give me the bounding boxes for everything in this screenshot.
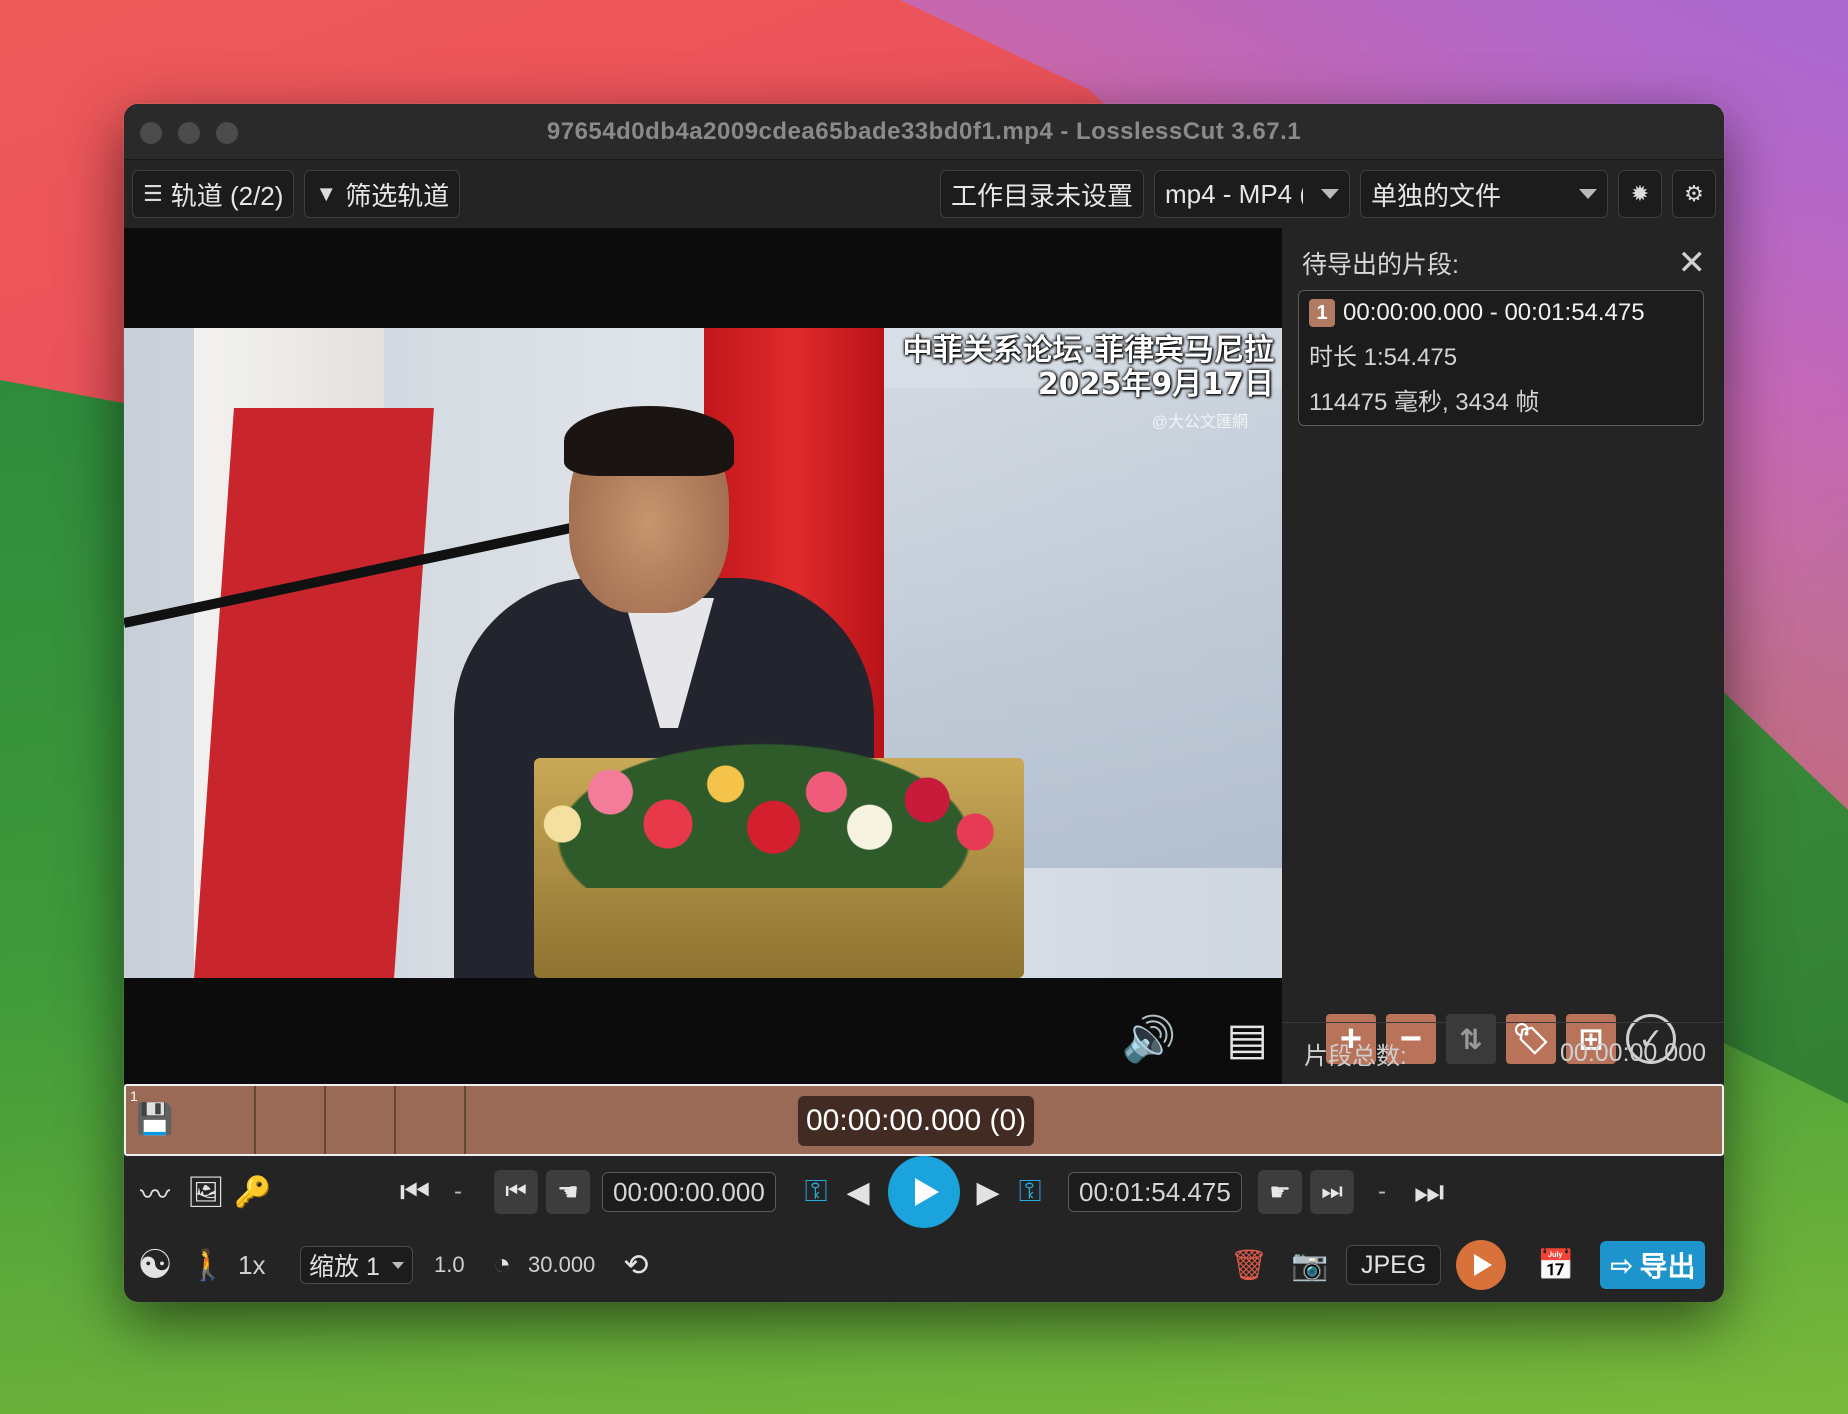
filter-icon: ▼: [315, 181, 338, 206]
zoom-factor: 1.0: [434, 1252, 465, 1277]
zoom-value: 缩放 1: [309, 1253, 380, 1281]
video-frame: 中菲关系论坛·菲律宾马尼拉 2025年9月17日 @大公文匯網: [124, 328, 1282, 978]
export-icon: ⇨: [1610, 1249, 1634, 1281]
thumbnails-icon[interactable]: 🖼: [186, 1175, 226, 1210]
export-label: 导出: [1639, 1251, 1696, 1282]
set-cut-end-button[interactable]: ☛: [1258, 1170, 1302, 1214]
app-window: 97654d0db4a2009cdea65bade33bd0f1.mp4 - L…: [124, 104, 1724, 1302]
bottom-bar: ☯ 🚶 1x 缩放 1 1.0 ◔ 30.000 ⟲ 🗑 📷 JPEG 📅 ⇨ …: [124, 1228, 1724, 1302]
zoom-window-button[interactable]: [216, 122, 238, 144]
key-right-icon[interactable]: ⚿: [1008, 1175, 1052, 1209]
segments-total: 片段总数: 00:00:00.000: [1282, 1022, 1724, 1084]
capture-format-select[interactable]: JPEG: [1346, 1245, 1442, 1285]
segment-details: 114475 毫秒, 3434 帧: [1309, 389, 1540, 416]
set-cut-start-button[interactable]: ☚: [546, 1170, 590, 1214]
play-button[interactable]: [888, 1156, 960, 1228]
window-controls: [140, 122, 238, 144]
playback-speed[interactable]: 1x: [238, 1250, 265, 1281]
speedometer-icon[interactable]: ◔: [484, 1248, 520, 1282]
segment-index-badge: 1: [1309, 299, 1335, 327]
waveform-icon[interactable]: 〰: [132, 1170, 178, 1214]
settings-button[interactable]: ⚙: [1672, 170, 1716, 218]
working-directory-label: 工作目录未设置: [950, 180, 1133, 211]
tracks-button[interactable]: ☰ 轨道 (2/2): [132, 170, 295, 218]
format-select[interactable]: mp4 - MP4 (M: [1154, 170, 1350, 218]
trash-icon[interactable]: 🗑: [1230, 1248, 1268, 1283]
theme-toggle-button[interactable]: ✹: [1618, 170, 1662, 218]
video-caption-line2: 2025年9月17日: [1037, 367, 1274, 402]
keyframes-icon[interactable]: 🔑: [234, 1175, 271, 1210]
chevron-down-icon: [391, 1261, 404, 1269]
next-frame-icon[interactable]: ▶: [976, 1175, 1000, 1210]
chevron-down-icon: [1321, 189, 1339, 199]
segment-range: 00:00:00.000 - 00:01:54.475: [1343, 299, 1645, 326]
segments-panel-title: 待导出的片段:: [1302, 251, 1459, 279]
timeline-ticks: [186, 1086, 486, 1154]
output-mode-value: 单独的文件: [1371, 180, 1502, 211]
tracks-label: 轨道 (2/2): [170, 180, 284, 211]
hand-icon: ☚: [557, 1178, 579, 1206]
video-caption-line1: 中菲关系论坛·菲律宾马尼拉: [902, 333, 1274, 368]
jump-to-start-icon[interactable]: ⏮: [400, 1173, 431, 1212]
zoom-select[interactable]: 缩放 1: [300, 1246, 413, 1284]
key-left-icon[interactable]: ⚿: [794, 1175, 838, 1209]
current-time-display: 00:00:00.000 (0): [798, 1096, 1035, 1146]
segments-total-value: 00:00:00.000: [1560, 1039, 1706, 1067]
dash-separator: -: [1378, 1178, 1386, 1205]
play-icon: [915, 1178, 939, 1206]
volume-icon[interactable]: 🔊: [1122, 1018, 1177, 1062]
window-title: 97654d0db4a2009cdea65bade33bd0f1.mp4 - L…: [546, 117, 1302, 145]
yin-yang-icon[interactable]: ☯: [132, 1242, 178, 1288]
gear-icon: ⚙: [1684, 181, 1704, 206]
segments-panel: 待导出的片段: ✕ 1 00:00:00.000 - 00:01:54.475 …: [1282, 228, 1724, 1084]
sun-icon: ✹: [1630, 181, 1650, 206]
segments-total-label: 片段总数:: [1304, 1043, 1407, 1070]
working-directory-button[interactable]: 工作目录未设置: [939, 170, 1144, 218]
step-forward-icon: ⏭: [1321, 1178, 1343, 1205]
play-icon: [1474, 1254, 1492, 1276]
video-player[interactable]: 中菲关系论坛·菲律宾马尼拉 2025年9月17日 @大公文匯網 🔊 ▤: [124, 228, 1282, 1084]
chevron-down-icon: [1579, 189, 1597, 199]
preview-button[interactable]: [1456, 1240, 1506, 1290]
step-back-icon: ⏮: [505, 1178, 527, 1205]
jump-to-cut-start-button[interactable]: ⏮: [494, 1170, 538, 1214]
subtitles-icon[interactable]: ▤: [1226, 1018, 1268, 1062]
fps-value: 30.000: [528, 1252, 596, 1277]
video-watermark: @大公文匯網: [1151, 414, 1248, 431]
export-button[interactable]: ⇨ 导出: [1600, 1241, 1706, 1289]
rotate-icon[interactable]: ⟲: [618, 1248, 654, 1283]
jump-to-cut-end-button[interactable]: ⏭: [1310, 1170, 1354, 1214]
transport-bar: 〰 🖼 🔑 ⏮ - ⏮ ☚ 00:00:00.000 ⚿ ◀ ▶ ⚿ 00:01…: [124, 1156, 1724, 1228]
dash-separator: -: [454, 1178, 462, 1205]
video-controls: 🔊 ▤: [1122, 1018, 1268, 1062]
close-icon[interactable]: ✕: [1678, 246, 1707, 280]
close-window-button[interactable]: [140, 122, 162, 144]
cut-start-time-input[interactable]: 00:00:00.000: [602, 1172, 776, 1212]
camera-icon[interactable]: 📷: [1288, 1248, 1332, 1283]
segment-duration: 时长 1:54.475: [1309, 344, 1458, 371]
segments-panel-header: 待导出的片段: ✕: [1282, 228, 1724, 284]
top-toolbar: ☰ 轨道 (2/2) ▼ 筛选轨道 工作目录未设置 mp4 - MP4 (M 单…: [124, 160, 1724, 228]
filter-tracks-button[interactable]: ▼ 筛选轨道: [304, 170, 461, 218]
calendar-icon[interactable]: 📅: [1536, 1248, 1576, 1283]
minimize-window-button[interactable]: [178, 122, 200, 144]
list-icon: ☰: [143, 181, 163, 206]
title-bar: 97654d0db4a2009cdea65bade33bd0f1.mp4 - L…: [124, 104, 1724, 160]
output-mode-select[interactable]: 单独的文件: [1360, 170, 1608, 218]
main-area: 中菲关系论坛·菲律宾马尼拉 2025年9月17日 @大公文匯網 🔊 ▤ 待导出的…: [124, 228, 1724, 1084]
timeline[interactable]: 1 💾 00:00:00.000 (0): [124, 1084, 1724, 1156]
save-icon[interactable]: 💾: [136, 1102, 173, 1137]
video-caption: 中菲关系论坛·菲律宾马尼拉 2025年9月17日: [903, 334, 1274, 402]
prev-frame-icon[interactable]: ◀: [846, 1175, 870, 1210]
segment-item[interactable]: 1 00:00:00.000 - 00:01:54.475 时长 1:54.47…: [1298, 290, 1704, 426]
jump-to-end-icon[interactable]: ⏭: [1414, 1173, 1445, 1212]
person-icon[interactable]: 🚶: [189, 1248, 226, 1283]
filter-tracks-label: 筛选轨道: [345, 180, 450, 211]
hand-icon: ☛: [1269, 1178, 1291, 1206]
format-value: mp4 - MP4 (M: [1165, 178, 1303, 209]
cut-end-time-input[interactable]: 00:01:54.475: [1068, 1172, 1242, 1212]
